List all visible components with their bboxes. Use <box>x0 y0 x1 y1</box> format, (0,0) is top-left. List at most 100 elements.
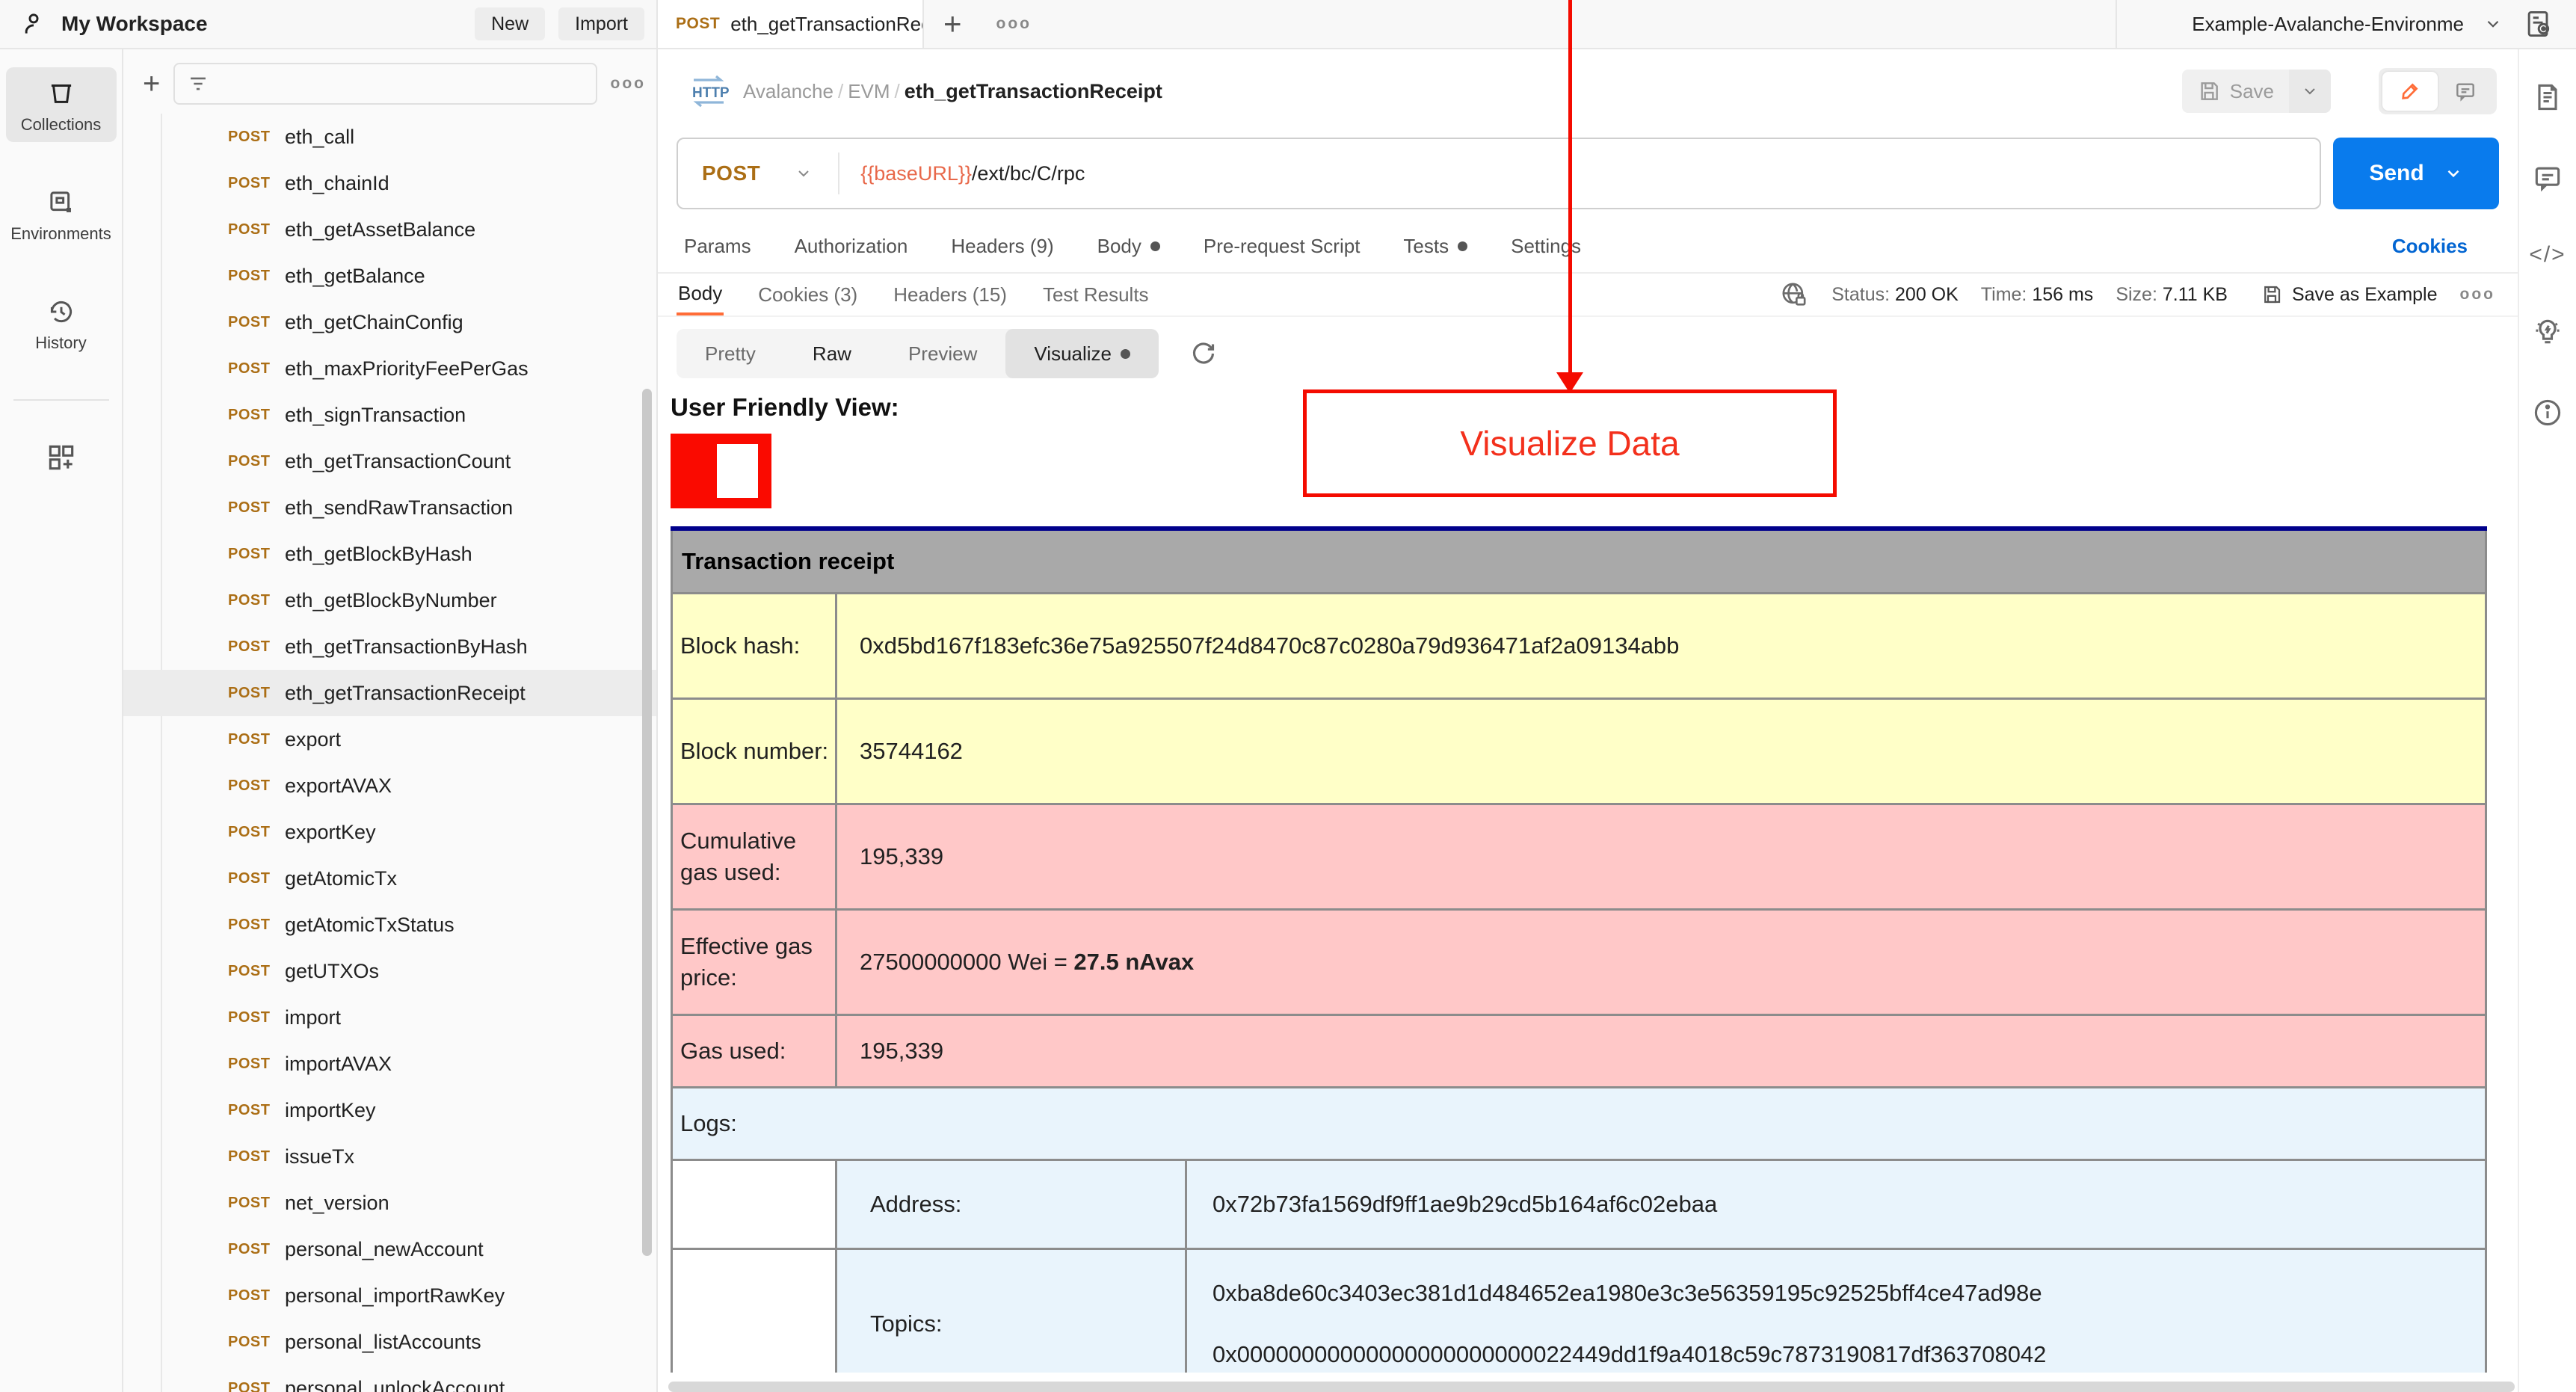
comment-icon[interactable] <box>2531 161 2564 194</box>
response-view-row: Pretty Raw Preview Visualize <box>658 317 2518 387</box>
save-options-button[interactable] <box>2289 70 2331 113</box>
breadcrumb-request-name[interactable]: eth_getTransactionReceipt <box>905 80 1162 102</box>
view-visualize[interactable]: Visualize <box>1005 329 1159 378</box>
method-badge: POST <box>228 406 271 423</box>
sidebar-request-item[interactable]: POST issueTx <box>123 1133 656 1180</box>
sidebar-request-item[interactable]: POST eth_getTransactionReceipt <box>123 670 656 716</box>
sidebar-scrollbar[interactable] <box>642 389 652 1256</box>
tab-pre-request-script[interactable]: Pre-request Script <box>1204 235 1361 258</box>
chevron-down-icon[interactable] <box>2483 14 2503 34</box>
info-icon[interactable] <box>2531 396 2564 429</box>
method-badge: POST <box>228 221 271 238</box>
sidebar-add-button[interactable]: + <box>143 69 160 99</box>
log-row-label: Address: <box>835 1158 1187 1250</box>
sidebar-request-item[interactable]: POST personal_unlockAccount <box>123 1365 656 1392</box>
new-tab-button[interactable]: + <box>943 8 962 40</box>
sidebar-request-item[interactable]: POST import <box>123 994 656 1041</box>
user-friendly-view-checkbox[interactable] <box>671 434 771 508</box>
import-button[interactable]: Import <box>558 7 644 40</box>
rail-item-flows[interactable] <box>6 431 117 481</box>
sidebar-request-item[interactable]: POST exportKey <box>123 809 656 855</box>
lightbulb-icon[interactable] <box>2531 315 2564 348</box>
sidebar-request-item[interactable]: POST eth_getTransactionCount <box>123 438 656 484</box>
sidebar-request-item[interactable]: POST exportAVAX <box>123 763 656 809</box>
pencil-icon <box>2402 83 2418 99</box>
sidebar-request-item[interactable]: POST eth_getBlockByNumber <box>123 577 656 623</box>
view-preview[interactable]: Preview <box>880 329 1005 378</box>
environment-quick-look-icon[interactable] <box>2522 7 2555 40</box>
filter-icon <box>185 71 211 96</box>
horizontal-scrollbar[interactable] <box>668 1382 2515 1392</box>
tab-more-menu[interactable]: ooo <box>996 15 1032 33</box>
sidebar-request-item[interactable]: POST importAVAX <box>123 1041 656 1087</box>
sidebar-more-menu[interactable]: ooo <box>611 75 646 93</box>
rail-item-collections[interactable]: Collections <box>5 67 117 142</box>
rail-item-environments[interactable]: Environments <box>6 176 117 251</box>
sidebar-request-item[interactable]: POST getUTXOs <box>123 948 656 994</box>
edit-mode-button[interactable] <box>2382 72 2438 111</box>
request-name: exportAVAX <box>285 774 392 797</box>
sidebar-request-item[interactable]: POST eth_chainId <box>123 160 656 206</box>
request-tab[interactable]: POST eth_getTransactionRece <box>658 0 924 48</box>
response-more-menu[interactable]: ooo <box>2460 286 2495 304</box>
sidebar-request-item[interactable]: POST export <box>123 716 656 763</box>
method-badge: POST <box>228 1101 271 1118</box>
save-icon <box>2264 286 2281 304</box>
view-pretty[interactable]: Pretty <box>677 329 784 378</box>
sidebar-request-item[interactable]: POST getAtomicTx <box>123 855 656 902</box>
url-input-box: POST {{baseURL}}/ext/bc/C/rpc <box>677 138 2321 209</box>
documentation-icon[interactable] <box>2531 81 2564 114</box>
tab-params[interactable]: Params <box>684 235 751 258</box>
tab-headers[interactable]: Headers (9) <box>951 235 1053 258</box>
response-tab-headers[interactable]: Headers (15) <box>892 276 1008 314</box>
comment-mode-button[interactable] <box>2438 72 2493 111</box>
request-name: net_version <box>285 1191 389 1214</box>
sidebar-request-item[interactable]: POST eth_getBalance <box>123 253 656 299</box>
url-input[interactable]: {{baseURL}}/ext/bc/C/rpc <box>860 162 1085 185</box>
app-body: Collections Environments History + ooo P… <box>0 49 2576 1392</box>
breadcrumb-collection[interactable]: Avalanche <box>743 80 833 102</box>
code-snippet-icon[interactable]: </> <box>2529 242 2566 268</box>
collections-icon <box>46 78 77 109</box>
sidebar-request-item[interactable]: POST eth_signTransaction <box>123 392 656 438</box>
request-name: personal_importRawKey <box>285 1284 505 1307</box>
workspace-title[interactable]: My Workspace <box>61 12 208 36</box>
blocks-add-icon <box>45 441 78 474</box>
cookies-link[interactable]: Cookies <box>2392 235 2468 258</box>
tab-tests[interactable]: Tests <box>1403 235 1468 258</box>
rail-item-history[interactable]: History <box>6 286 117 360</box>
view-raw[interactable]: Raw <box>784 329 880 378</box>
sidebar-request-item[interactable]: POST eth_call <box>123 114 656 160</box>
response-tab-cookies[interactable]: Cookies (3) <box>757 276 859 314</box>
sidebar-request-item[interactable]: POST eth_getBlockByHash <box>123 531 656 577</box>
sidebar-request-item[interactable]: POST eth_getTransactionByHash <box>123 623 656 670</box>
content-dot <box>1121 348 1131 359</box>
sidebar-filter-input[interactable] <box>173 63 597 105</box>
sidebar-request-item[interactable]: POST getAtomicTxStatus <box>123 902 656 948</box>
user-icon[interactable] <box>19 10 48 38</box>
save-button[interactable]: Save <box>2182 79 2289 103</box>
new-button[interactable]: New <box>475 7 546 40</box>
save-as-example-button[interactable]: Save as Example <box>2261 283 2438 306</box>
send-button[interactable]: Send <box>2333 138 2499 209</box>
response-tab-body[interactable]: Body <box>677 274 724 315</box>
method-selector[interactable]: POST <box>678 153 840 194</box>
sidebar-request-item[interactable]: POST importKey <box>123 1087 656 1133</box>
tab-body[interactable]: Body <box>1097 235 1160 258</box>
environment-selector[interactable]: Example-Avalanche-Environme <box>2192 13 2464 36</box>
tab-authorization[interactable]: Authorization <box>795 235 908 258</box>
sidebar-request-item[interactable]: POST net_version <box>123 1180 656 1226</box>
globe-lock-icon[interactable] <box>1779 280 1809 309</box>
request-name: getAtomicTx <box>285 866 398 890</box>
breadcrumb-folder[interactable]: EVM <box>848 80 890 102</box>
sidebar-request-item[interactable]: POST eth_getAssetBalance <box>123 206 656 253</box>
request-name: eth_chainId <box>285 171 389 194</box>
sidebar-request-item[interactable]: POST personal_listAccounts <box>123 1319 656 1365</box>
sidebar-request-item[interactable]: POST personal_importRawKey <box>123 1272 656 1319</box>
sidebar-request-item[interactable]: POST eth_getChainConfig <box>123 299 656 345</box>
sidebar-request-item[interactable]: POST eth_sendRawTransaction <box>123 484 656 531</box>
response-tab-test-results[interactable]: Test Results <box>1041 276 1150 314</box>
sidebar-request-item[interactable]: POST personal_newAccount <box>123 1226 656 1272</box>
refresh-icon[interactable] <box>1189 339 1218 369</box>
sidebar-request-item[interactable]: POST eth_maxPriorityFeePerGas <box>123 345 656 392</box>
